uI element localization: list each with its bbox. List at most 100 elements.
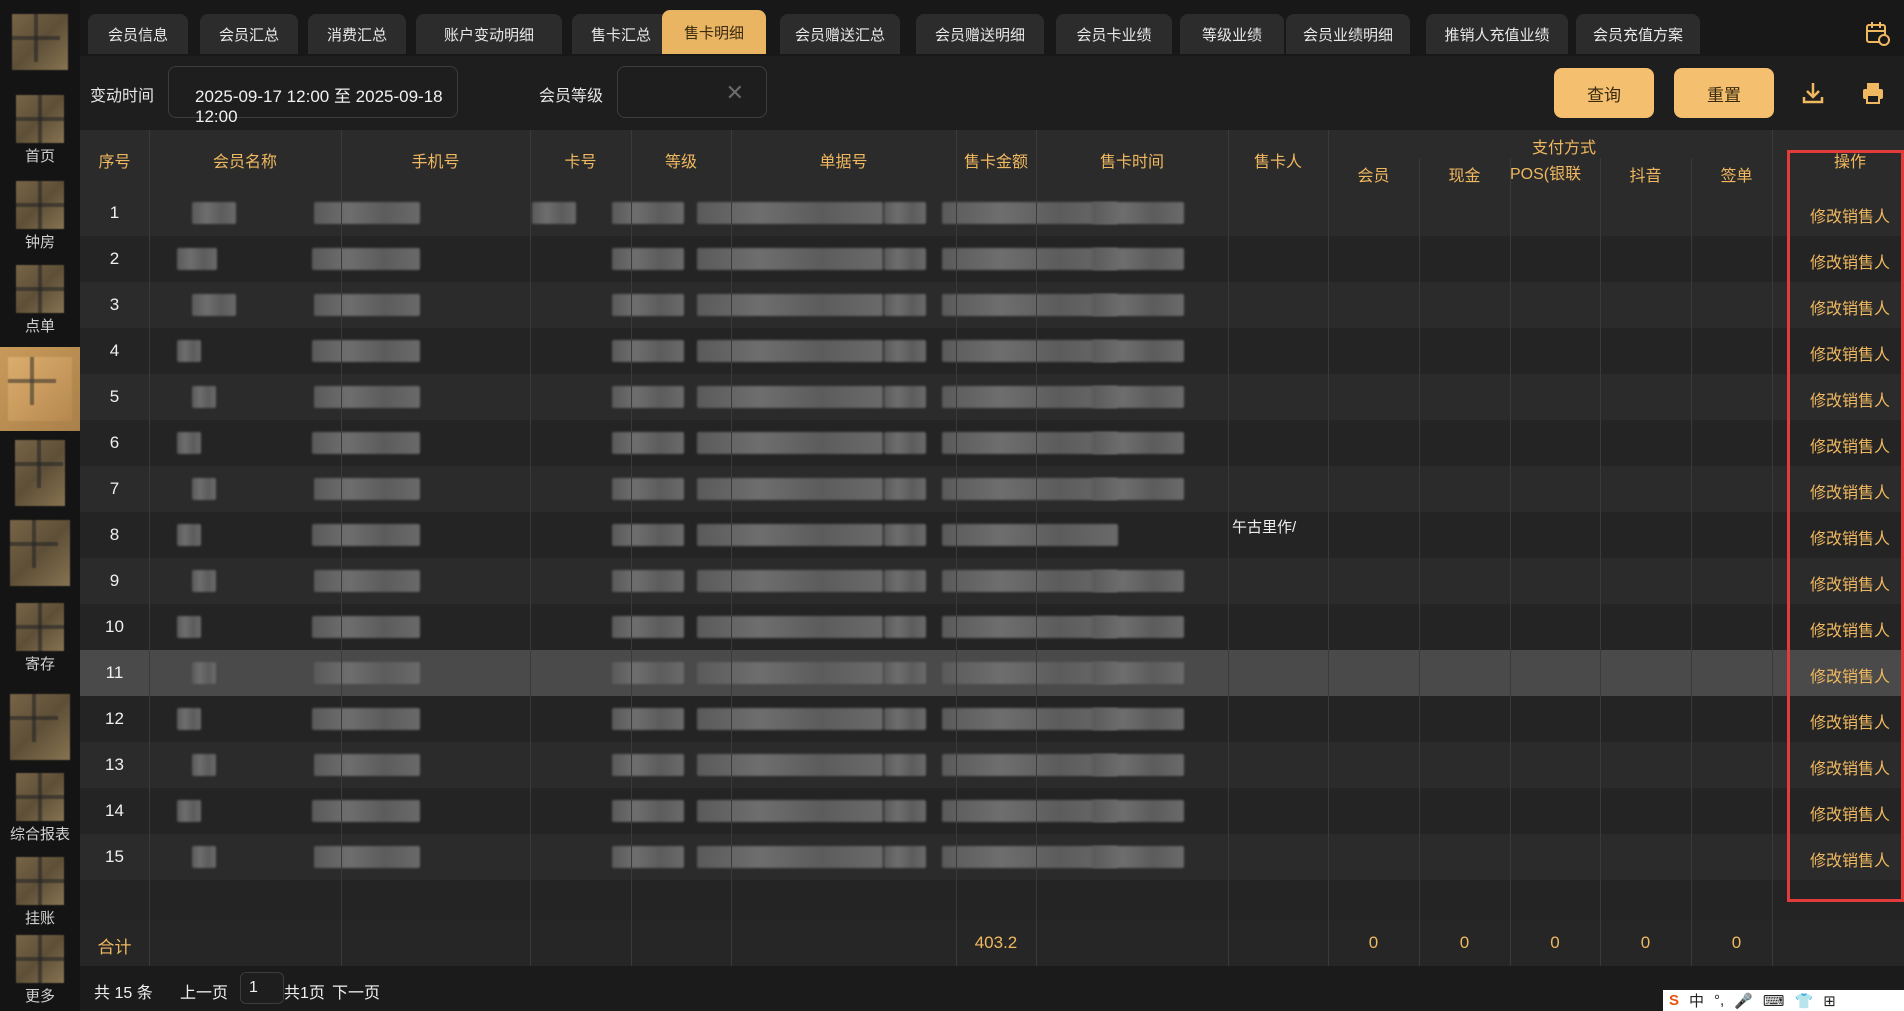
close-icon[interactable]: ✕: [726, 80, 744, 106]
edit-seller-link[interactable]: 修改销售人: [1800, 617, 1900, 641]
table-row[interactable]: 13 修改销售人: [80, 742, 1904, 788]
tab-member-info[interactable]: 会员信息: [88, 14, 188, 54]
redacted-cell: [1092, 294, 1184, 316]
level-select[interactable]: ✕: [617, 66, 767, 118]
sidebar-item-more[interactable]: 更多: [0, 932, 80, 1010]
redacted-cell: [1092, 754, 1184, 776]
next-page-button[interactable]: 下一页: [332, 979, 380, 1003]
page-number-input[interactable]: [240, 972, 284, 1004]
table-row[interactable]: 5 修改销售人: [80, 374, 1904, 420]
sidebar-item-8[interactable]: [0, 688, 80, 762]
edit-seller-link[interactable]: 修改销售人: [1800, 203, 1900, 227]
edit-seller-link[interactable]: 修改销售人: [1800, 387, 1900, 411]
sidebar-item-storage[interactable]: 寄存: [0, 600, 80, 678]
redacted-cell: [884, 478, 926, 500]
table-row[interactable]: 11 修改销售人: [80, 650, 1904, 696]
table-row[interactable]: 4 修改销售人: [80, 328, 1904, 374]
grid-icon[interactable]: ⊞: [1823, 992, 1836, 1010]
edit-seller-link[interactable]: 修改销售人: [1800, 709, 1900, 733]
redacted-cell: [612, 524, 684, 546]
query-button[interactable]: 查询: [1554, 68, 1654, 118]
table-row[interactable]: 2 修改销售人: [80, 236, 1904, 282]
tab-consume-summary[interactable]: 消费汇总: [308, 14, 406, 54]
sidebar-item-label: 首页: [24, 148, 55, 165]
sidebar-logo[interactable]: [0, 4, 80, 80]
sidebar-item-order[interactable]: 点单: [0, 262, 80, 340]
edit-seller-link[interactable]: 修改销售人: [1800, 847, 1900, 871]
menu-icon: [15, 440, 65, 506]
table-row[interactable]: 8 午古里作/修改销售人: [80, 512, 1904, 558]
tab-card-performance[interactable]: 会员卡业绩: [1056, 14, 1172, 54]
total-pay-douyin: 0: [1640, 933, 1651, 952]
table-row[interactable]: 12 修改销售人: [80, 696, 1904, 742]
tab-member-summary[interactable]: 会员汇总: [200, 14, 298, 54]
calendar-settings-icon[interactable]: [1864, 20, 1890, 46]
edit-seller-link[interactable]: 修改销售人: [1800, 479, 1900, 503]
redacted-cell: [177, 708, 201, 730]
redacted-cell: [884, 754, 926, 776]
credit-icon: [16, 857, 64, 905]
redacted-cell: [177, 432, 201, 454]
redacted-cell: [312, 340, 420, 362]
row-index: 2: [109, 249, 120, 268]
redacted-cell: [697, 846, 883, 868]
redacted-cell: [177, 524, 201, 546]
redacted-cell: [884, 340, 926, 362]
redacted-cell: [884, 202, 926, 224]
reset-button[interactable]: 重置: [1674, 68, 1774, 118]
keyboard-icon[interactable]: ⌨: [1763, 992, 1785, 1010]
table-row[interactable]: 9 修改销售人: [80, 558, 1904, 604]
download-icon[interactable]: [1800, 80, 1828, 108]
total-label: 合计: [97, 938, 132, 957]
table-row[interactable]: 15 修改销售人: [80, 834, 1904, 880]
redacted-cell: [884, 616, 926, 638]
time-range-input[interactable]: 2025-09-17 12:00 至 2025-09-18 12:00: [168, 66, 458, 126]
edit-seller-link[interactable]: 修改销售人: [1800, 295, 1900, 319]
sidebar-item-reports[interactable]: 综合报表: [0, 770, 80, 848]
print-icon[interactable]: [1860, 80, 1888, 108]
header-phone: 手机号: [411, 154, 460, 171]
edit-seller-link[interactable]: 修改销售人: [1800, 755, 1900, 779]
table-row[interactable]: 7 修改销售人: [80, 466, 1904, 512]
skin-icon[interactable]: 👕: [1795, 992, 1814, 1010]
edit-seller-link[interactable]: 修改销售人: [1800, 341, 1900, 365]
edit-seller-link[interactable]: 修改销售人: [1800, 663, 1900, 687]
table-row[interactable]: 6 修改销售人: [80, 420, 1904, 466]
tab-level-performance[interactable]: 等级业绩: [1180, 14, 1284, 54]
sidebar-item-5[interactable]: [0, 438, 80, 508]
tab-gift-summary[interactable]: 会员赠送汇总: [780, 14, 900, 54]
redacted-cell: [697, 754, 883, 776]
tab-card-detail[interactable]: 售卡明细: [662, 10, 766, 54]
tab-account-change[interactable]: 账户变动明细: [416, 14, 562, 54]
table-row[interactable]: 3 修改销售人: [80, 282, 1904, 328]
sidebar-item-room[interactable]: 钟房: [0, 178, 80, 256]
edit-seller-link[interactable]: 修改销售人: [1800, 801, 1900, 825]
mic-icon[interactable]: 🎤: [1734, 992, 1753, 1010]
tab-promoter-recharge[interactable]: 推销人充值业绩: [1426, 14, 1568, 54]
tab-performance-detail[interactable]: 会员业绩明细: [1286, 14, 1410, 54]
edit-seller-link[interactable]: 修改销售人: [1800, 571, 1900, 595]
tab-gift-detail[interactable]: 会员赠送明细: [916, 14, 1044, 54]
reports-icon: [16, 773, 64, 821]
header-amount: 售卡金额: [963, 154, 1028, 171]
redacted-cell: [697, 248, 883, 270]
edit-seller-link[interactable]: 修改销售人: [1800, 525, 1900, 549]
sidebar-item-credit[interactable]: 挂账: [0, 854, 80, 932]
table-row[interactable]: 10 修改销售人: [80, 604, 1904, 650]
table-row[interactable]: 14 修改销售人: [80, 788, 1904, 834]
edit-seller-link[interactable]: 修改销售人: [1800, 433, 1900, 457]
tab-recharge-plan[interactable]: 会员充值方案: [1576, 14, 1700, 54]
tab-card-summary[interactable]: 售卡汇总: [572, 14, 670, 54]
ime-logo-icon[interactable]: S: [1669, 992, 1679, 1009]
prev-page-button[interactable]: 上一页: [180, 979, 228, 1003]
sidebar-item-member[interactable]: [0, 347, 80, 431]
redacted-cell: [532, 202, 576, 224]
table-row[interactable]: 1 修改销售人: [80, 190, 1904, 236]
ime-mode[interactable]: 中: [1689, 990, 1704, 1011]
punctuation-icon[interactable]: °,: [1714, 992, 1724, 1009]
edit-seller-link[interactable]: 修改销售人: [1800, 249, 1900, 273]
sidebar-item-6[interactable]: [0, 518, 80, 588]
redacted-cell: [884, 294, 926, 316]
sidebar-item-home[interactable]: 首页: [0, 92, 80, 170]
row-index: 4: [109, 341, 120, 360]
